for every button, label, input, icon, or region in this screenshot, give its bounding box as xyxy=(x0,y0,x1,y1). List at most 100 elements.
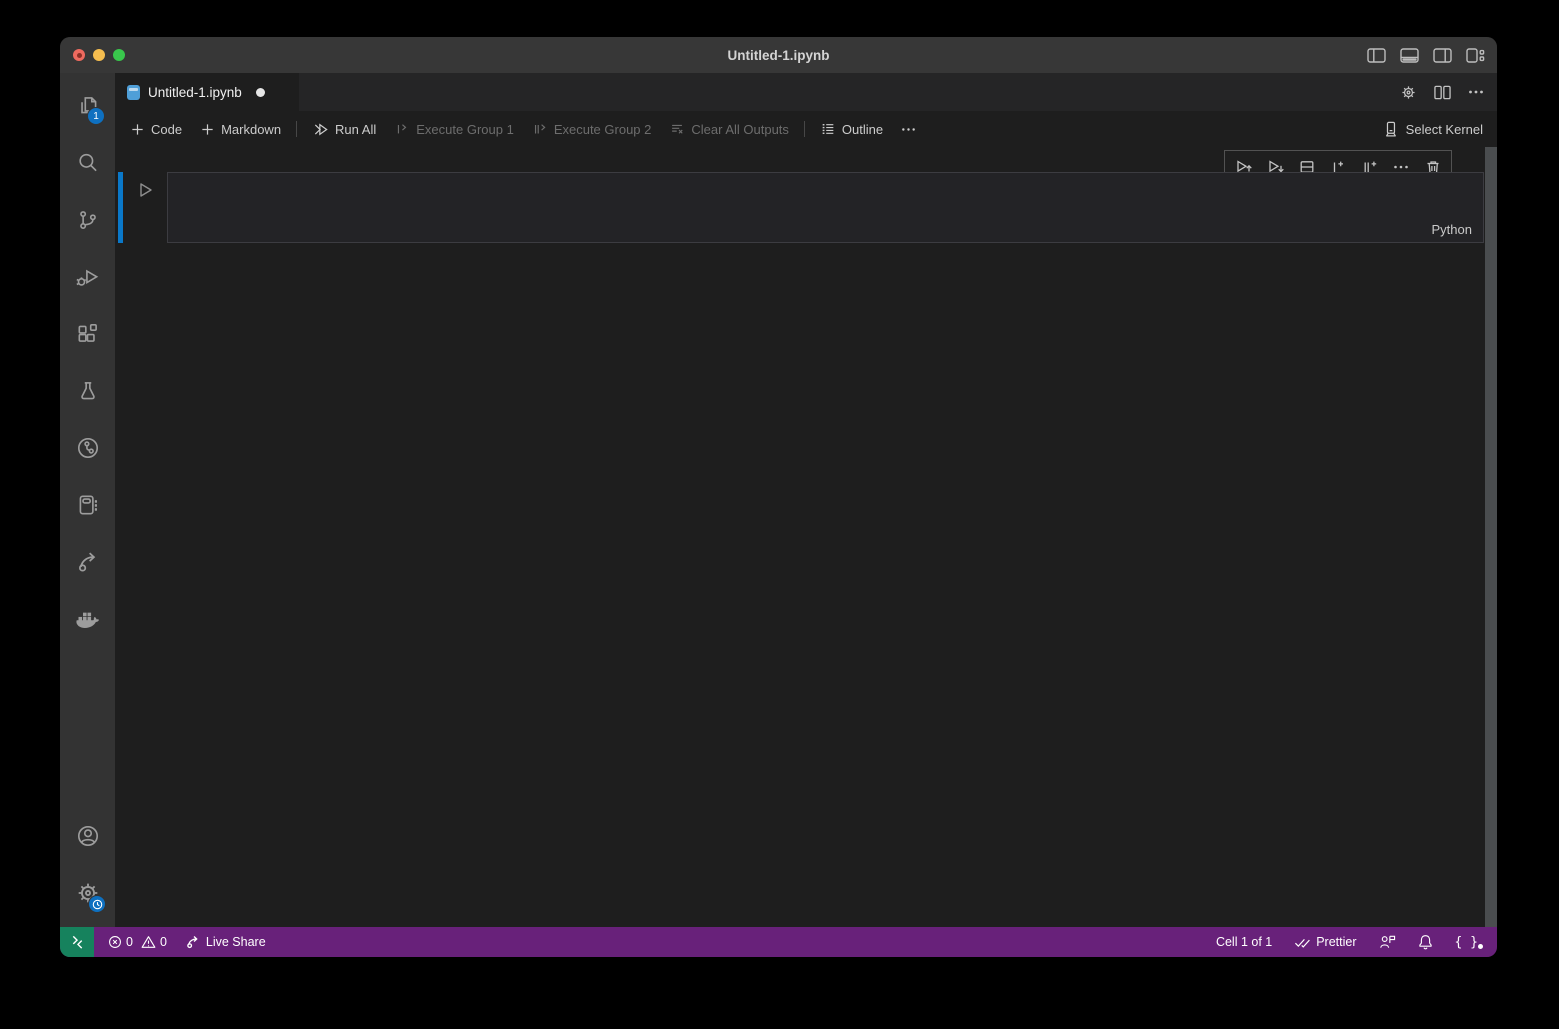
accounts-button[interactable] xyxy=(60,807,115,864)
more-actions-icon[interactable] xyxy=(1468,84,1484,100)
explorer-badge: 1 xyxy=(87,107,105,125)
outline-button[interactable]: Outline xyxy=(811,121,892,137)
configure-notebook-gear-icon[interactable] xyxy=(1400,84,1417,101)
notifications-bell[interactable] xyxy=(1411,927,1440,957)
customize-layout-icon[interactable] xyxy=(1466,48,1485,63)
select-kernel-button[interactable]: Select Kernel xyxy=(1382,120,1497,138)
plus-icon xyxy=(130,122,145,137)
cell-code-editor[interactable]: Python xyxy=(167,172,1484,243)
editor-area: Untitled-1.ipynb xyxy=(115,73,1497,927)
execute-group-1-icon xyxy=(394,121,410,137)
sidebar-item-docker[interactable] xyxy=(60,590,115,647)
live-share-label: Live Share xyxy=(206,935,266,949)
remote-indicator[interactable] xyxy=(60,927,94,957)
add-code-label: Code xyxy=(151,122,182,137)
docker-icon xyxy=(74,605,101,632)
tab-untitled-1-ipynb[interactable]: Untitled-1.ipynb xyxy=(115,73,299,111)
search-icon xyxy=(75,150,101,176)
notebook-scrollbar[interactable] xyxy=(1485,147,1497,927)
title-bar: Untitled-1.ipynb xyxy=(60,37,1497,73)
sidebar-item-run-and-debug[interactable] xyxy=(60,248,115,305)
account-icon xyxy=(75,823,101,849)
clear-all-outputs-label: Clear All Outputs xyxy=(691,122,789,137)
live-share-icon xyxy=(75,549,101,575)
cell-indicator[interactable]: Cell 1 of 1 xyxy=(1209,927,1279,957)
minimize-button[interactable] xyxy=(93,49,105,61)
settings-sync-clock-badge xyxy=(88,895,106,913)
add-code-cell-button[interactable]: Code xyxy=(121,122,191,137)
toolbar-separator xyxy=(296,121,297,137)
zoom-button[interactable] xyxy=(113,49,125,61)
live-share-icon xyxy=(185,934,201,950)
add-markdown-cell-button[interactable]: Markdown xyxy=(191,122,290,137)
activity-bar: 1 xyxy=(60,73,115,927)
layout-controls xyxy=(1367,48,1497,63)
execute-group-2-button[interactable]: Execute Group 2 xyxy=(523,121,661,137)
error-icon xyxy=(108,935,122,949)
prettier-label: Prettier xyxy=(1316,935,1356,949)
kernel-icon xyxy=(1382,120,1399,138)
main-area: 1 xyxy=(60,73,1497,927)
status-bar: 0 0 Live Share Cell 1 of 1 Prettier xyxy=(60,927,1497,957)
cell-indicator-label: Cell 1 of 1 xyxy=(1216,935,1272,949)
notebook-toolbar: Code Markdown Run All Execute Group 1 xyxy=(115,111,1497,147)
execute-group-2-icon xyxy=(532,121,548,137)
ipynb-file-icon xyxy=(127,85,140,100)
braces-icon: { } xyxy=(1455,935,1482,950)
tab-label: Untitled-1.ipynb xyxy=(148,85,242,100)
run-all-icon xyxy=(312,121,329,138)
activity-bar-top: 1 xyxy=(60,77,115,647)
error-count: 0 xyxy=(126,935,133,949)
sidebar-item-source-control[interactable] xyxy=(60,191,115,248)
warning-count: 0 xyxy=(160,935,167,949)
cell-language-picker[interactable]: Python xyxy=(1432,222,1472,237)
window-title: Untitled-1.ipynb xyxy=(728,48,830,63)
run-cell-button[interactable] xyxy=(135,180,155,200)
sidebar-item-testing[interactable] xyxy=(60,362,115,419)
debug-icon xyxy=(75,264,101,290)
language-status[interactable]: { } xyxy=(1448,927,1489,957)
status-bar-right: Cell 1 of 1 Prettier { } xyxy=(1209,927,1497,957)
cell-focus-bar xyxy=(118,172,123,243)
clear-all-outputs-button[interactable]: Clear All Outputs xyxy=(660,121,798,137)
clear-outputs-icon xyxy=(669,121,685,137)
warning-icon xyxy=(141,935,156,949)
double-check-icon xyxy=(1294,935,1311,949)
prettier-status[interactable]: Prettier xyxy=(1287,927,1363,957)
select-kernel-label: Select Kernel xyxy=(1406,122,1483,137)
toggle-primary-sidebar-icon[interactable] xyxy=(1367,48,1386,63)
sidebar-item-git-graph[interactable] xyxy=(60,419,115,476)
sidebar-item-live-share[interactable] xyxy=(60,533,115,590)
sidebar-item-jupyter[interactable] xyxy=(60,476,115,533)
run-all-button[interactable]: Run All xyxy=(303,121,385,138)
plus-icon xyxy=(200,122,215,137)
toggle-secondary-sidebar-icon[interactable] xyxy=(1433,48,1452,63)
feedback-button[interactable] xyxy=(1372,927,1403,957)
ellipsis-icon xyxy=(901,122,916,137)
toggle-panel-icon[interactable] xyxy=(1400,48,1419,63)
remote-icon xyxy=(70,935,85,950)
bell-icon xyxy=(1418,934,1433,950)
add-markdown-label: Markdown xyxy=(221,122,281,137)
sidebar-item-explorer[interactable]: 1 xyxy=(60,77,115,134)
close-button[interactable] xyxy=(73,49,85,61)
outline-list-icon xyxy=(820,121,836,137)
editor-actions xyxy=(1400,73,1497,111)
live-share-status[interactable]: Live Share xyxy=(178,927,273,957)
run-all-label: Run All xyxy=(335,122,376,137)
sidebar-item-extensions[interactable] xyxy=(60,305,115,362)
notebook-icon xyxy=(75,492,101,518)
source-control-icon xyxy=(75,207,101,233)
execute-group-1-label: Execute Group 1 xyxy=(416,122,514,137)
traffic-lights xyxy=(60,49,125,61)
vscode-window: Untitled-1.ipynb xyxy=(60,37,1497,957)
beaker-icon xyxy=(75,378,101,404)
sidebar-item-search[interactable] xyxy=(60,134,115,191)
problems-status[interactable]: 0 0 xyxy=(101,927,178,957)
toolbar-more-actions[interactable] xyxy=(892,122,925,137)
tab-bar: Untitled-1.ipynb xyxy=(115,73,1497,111)
split-editor-icon[interactable] xyxy=(1434,85,1451,100)
execute-group-1-button[interactable]: Execute Group 1 xyxy=(385,121,523,137)
settings-button[interactable] xyxy=(60,864,115,921)
person-flag-icon xyxy=(1379,934,1396,950)
